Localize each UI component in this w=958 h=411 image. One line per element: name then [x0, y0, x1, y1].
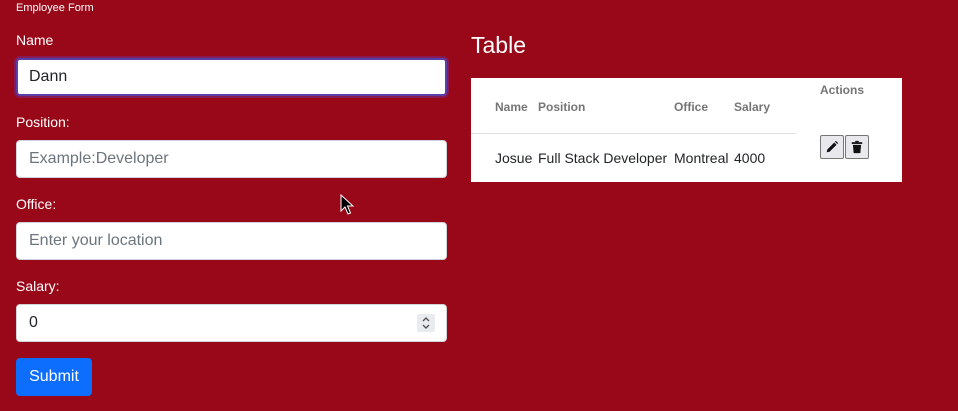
cell-name: Josue — [495, 150, 533, 166]
header-name: Name — [495, 100, 528, 114]
form-title: Employee Form — [16, 2, 94, 14]
office-label: Office: — [16, 196, 57, 212]
header-position: Position — [538, 100, 586, 114]
salary-field — [16, 304, 447, 342]
salary-input[interactable] — [16, 304, 447, 342]
position-label: Position: — [16, 114, 70, 130]
position-input[interactable] — [16, 140, 447, 178]
table-title: Table — [471, 32, 526, 58]
cell-position: Full Stack Developer — [538, 150, 668, 166]
delete-button[interactable] — [845, 135, 869, 159]
office-input[interactable] — [16, 222, 447, 260]
name-label: Name — [16, 32, 54, 48]
row-divider — [471, 133, 796, 134]
header-office: Office — [674, 100, 709, 114]
cell-salary: 4000 — [734, 150, 766, 166]
header-actions: Actions — [820, 83, 865, 97]
chevron-up-down-icon[interactable] — [417, 314, 435, 332]
header-salary: Salary — [734, 100, 771, 114]
salary-label: Salary: — [16, 278, 60, 294]
name-input[interactable] — [16, 58, 447, 96]
cell-office: Montreal — [674, 150, 729, 166]
submit-button[interactable]: Submit — [16, 358, 92, 396]
pencil-icon — [826, 140, 839, 153]
mouse-cursor-icon — [340, 194, 354, 215]
employee-table: Name Position Office Salary Actions Josu… — [471, 78, 902, 182]
trash-icon — [851, 140, 863, 154]
edit-button[interactable] — [820, 135, 844, 159]
